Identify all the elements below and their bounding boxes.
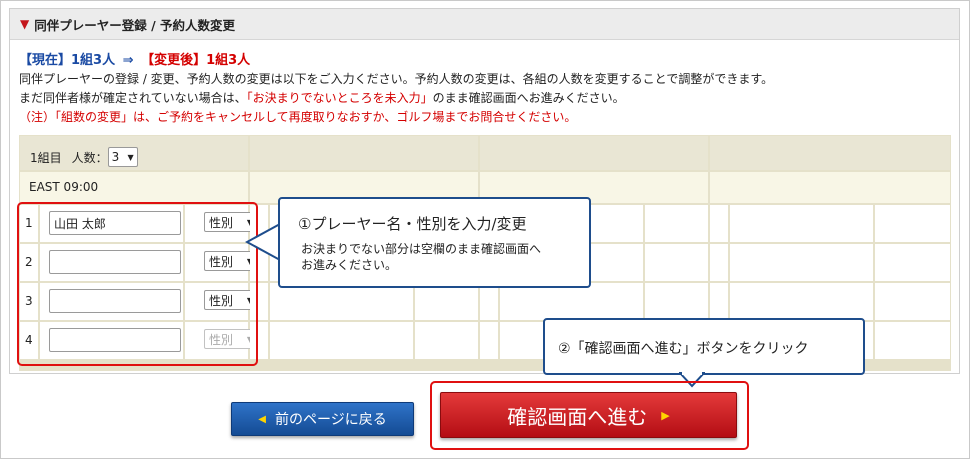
group-header-empty (480, 136, 708, 170)
current-value: 1組3人 (71, 53, 116, 68)
group-header: 1組目 人数： 3 ▼ (20, 136, 248, 170)
confirm-button[interactable]: 確認画面へ進む ▶ (440, 392, 737, 438)
callout-player-input-title: ①プレーヤー名・性別を入力/変更 (298, 215, 527, 233)
instruction-line-2-end: のまま確認画面へお進みください。 (432, 91, 625, 105)
triangle-right-icon: ▶ (661, 408, 670, 422)
tee-time: EAST 09:00 (29, 180, 99, 194)
instruction-line-2: まだ同伴者様が確定されていない場合は、「お決まりでないところを未入力」のまま確認… (19, 89, 773, 108)
group-header-content: 1組目 人数： 3 ▼ (30, 147, 138, 167)
instructions: 【現在】1組3人 ⇒ 【変更後】1組3人 同伴プレーヤーの登録 / 変更、予約人… (19, 51, 773, 127)
confirm-button-label: 確認画面へ進む (507, 404, 648, 429)
triangle-down-icon: ▼ (20, 17, 30, 31)
panel-title: 同伴プレーヤー登録 / 予約人数変更 (34, 17, 236, 33)
count-select[interactable]: 3 ▼ (107, 147, 138, 167)
current-label: 【現在】 (19, 53, 72, 68)
group-label: 1組目 (30, 150, 62, 165)
back-button[interactable]: ◀ 前のページに戻る (231, 402, 414, 436)
callout-body-line-1: お決まりでない部分は空欄のまま確認画面へ (301, 242, 542, 256)
group-header-empty (710, 136, 950, 170)
instruction-line-2-start: まだ同伴者様が確定されていない場合は、 (19, 91, 247, 105)
change-value: 1組3人 (206, 53, 251, 68)
callout-player-input: ①プレーヤー名・性別を入力/変更 お決まりでない部分は空欄のまま確認画面へ お進… (278, 197, 591, 288)
player-inputs-highlight (17, 202, 258, 366)
chevron-down-icon: ▼ (127, 152, 134, 162)
instruction-line-1: 同伴プレーヤーの登録 / 変更、予約人数の変更は以下をご入力ください。予約人数の… (19, 72, 774, 86)
back-button-label: 前のページに戻る (274, 412, 387, 428)
triangle-left-icon: ◀ (258, 413, 266, 425)
callout-player-input-body: お決まりでない部分は空欄のまま確認画面へ お進みください。 (301, 241, 541, 273)
instruction-note: （注）「組数の変更」は、ご予約をキャンセルして再度取りなおすか、ゴルフ場までお問… (19, 110, 577, 124)
count-value: 3 (111, 150, 120, 164)
callout-pointer (245, 222, 281, 262)
instruction-line-2-highlight: 「お決まりでないところを未入力」 (246, 91, 433, 105)
tee-time-empty (710, 172, 950, 203)
callout-confirm: ②「確認画面へ進む」ボタンをクリック (543, 318, 865, 375)
change-label: 【変更後】 (141, 53, 207, 68)
arrow-icon: ⇒ (122, 53, 134, 68)
group-header-empty (250, 136, 478, 170)
panel-header: ▼ 同伴プレーヤー登録 / 予約人数変更 (10, 9, 959, 40)
tee-time-cell: EAST 09:00 (20, 172, 248, 203)
callout-body-line-2: お進みください。 (301, 258, 398, 272)
callout-confirm-text: ②「確認画面へ進む」ボタンをクリック (558, 341, 809, 357)
count-label: 人数： (71, 150, 108, 165)
reservation-status: 【現在】1組3人 ⇒ 【変更後】1組3人 (19, 51, 773, 70)
